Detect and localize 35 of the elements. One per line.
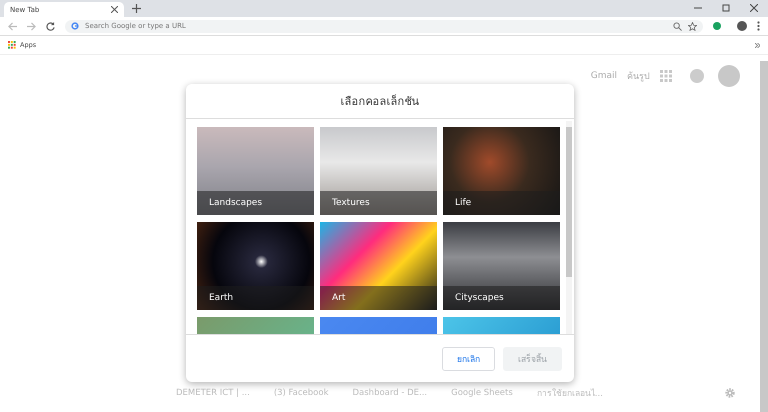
google-g-icon	[71, 22, 79, 30]
zoom-icon[interactable]	[673, 22, 682, 30]
overflow-chevron-icon[interactable]	[755, 42, 760, 48]
forward-arrow-icon[interactable]	[27, 22, 36, 30]
apps-grid-icon[interactable]	[660, 70, 672, 82]
collection-label: Art	[320, 286, 437, 310]
collection-label: Earth	[197, 286, 314, 310]
collection-tile[interactable]: Landscapes	[197, 127, 314, 215]
close-icon[interactable]	[750, 4, 758, 12]
collection-tile[interactable]: Life	[443, 127, 560, 215]
collection-label: Life	[443, 191, 560, 215]
settings-icon[interactable]	[724, 387, 736, 399]
account-avatar[interactable]	[718, 65, 740, 87]
extension-icon[interactable]	[713, 22, 721, 30]
collection-tile[interactable]: Art	[320, 222, 437, 310]
profile-avatar[interactable]	[737, 21, 747, 31]
dialog-title: เลือกคอลเล็กชัน	[186, 84, 574, 119]
close-tab-icon[interactable]	[111, 6, 118, 13]
collection-tile[interactable]: Earth	[197, 222, 314, 310]
collection-label: Textures	[320, 191, 437, 215]
star-icon[interactable]	[688, 22, 697, 30]
restore-icon[interactable]	[722, 4, 730, 12]
page-scrollbar[interactable]	[760, 61, 768, 412]
menu-icon[interactable]	[757, 21, 760, 31]
collection-tile[interactable]: Cityscapes	[443, 222, 560, 310]
dialog-scrollbar[interactable]	[566, 121, 572, 334]
collection-tile[interactable]: Textures	[320, 127, 437, 215]
collection-label: Landscapes	[197, 191, 314, 215]
apps-grid-icon	[8, 41, 16, 49]
reload-icon[interactable]	[46, 22, 55, 30]
back-arrow-icon[interactable]	[8, 22, 17, 30]
new-tab-icon[interactable]	[132, 4, 141, 13]
dialog-button[interactable]: ยกเลิก	[442, 346, 495, 370]
header-link[interactable]: ค้นรูป	[627, 69, 650, 83]
collection-label: Cityscapes	[443, 286, 560, 310]
